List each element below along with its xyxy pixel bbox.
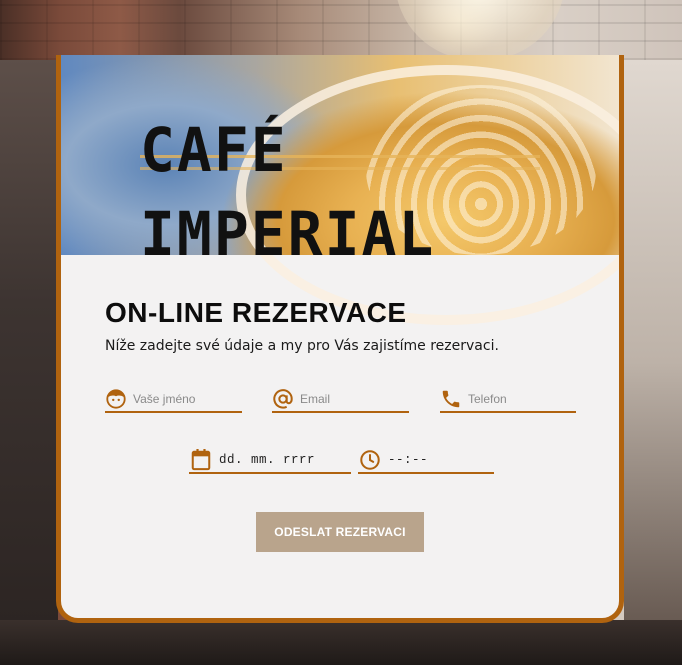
name-input[interactable]: [133, 392, 242, 406]
brand-logo: CAFÉ IMPERIAL: [140, 114, 436, 270]
background-brick-wall: [0, 0, 682, 60]
hero-image: CAFÉ IMPERIAL: [61, 55, 619, 325]
calendar-icon: [189, 448, 213, 472]
submit-reservation-button[interactable]: ODESLAT REZERVACI: [256, 512, 424, 552]
time-field[interactable]: --:--: [358, 448, 494, 474]
at-sign-icon: [272, 387, 294, 411]
email-field[interactable]: [272, 387, 409, 413]
date-field[interactable]: dd. mm. rrrr: [189, 448, 351, 474]
reservation-card: CAFÉ IMPERIAL ON-LINE REZERVACE Níže zad…: [56, 55, 624, 623]
time-input[interactable]: --:--: [388, 453, 428, 467]
email-input[interactable]: [300, 392, 409, 406]
background-bottom-counter: [0, 620, 682, 665]
phone-input[interactable]: [468, 392, 576, 406]
page-subtitle: Níže zadejte své údaje a my pro Vás zaji…: [105, 338, 499, 354]
background-right-shelf: [624, 60, 682, 665]
clock-icon: [358, 448, 382, 472]
name-field[interactable]: [105, 387, 242, 413]
background-left-scene: [0, 60, 58, 665]
person-face-icon: [105, 387, 127, 411]
phone-icon: [440, 387, 462, 411]
date-input[interactable]: dd. mm. rrrr: [219, 453, 315, 467]
phone-field[interactable]: [440, 387, 576, 413]
page-title: ON-LINE REZERVACE: [105, 297, 407, 328]
